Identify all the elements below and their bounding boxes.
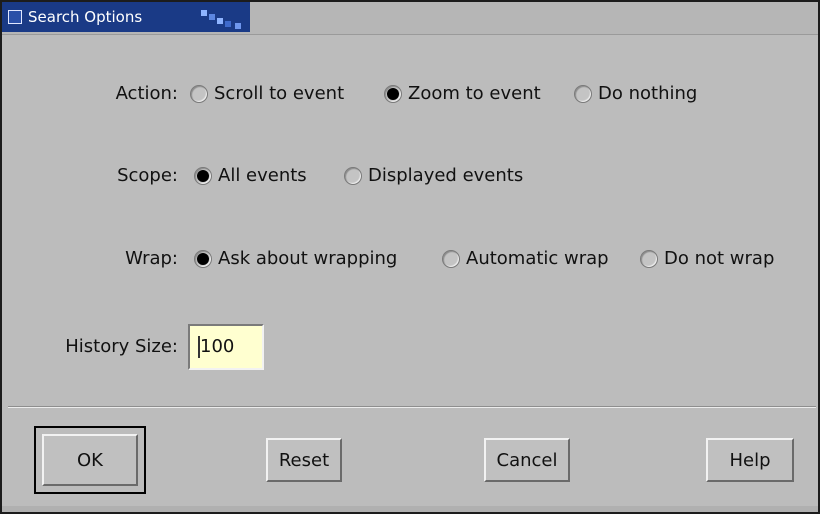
ok-button[interactable]: OK bbox=[42, 434, 138, 486]
history-size-input[interactable]: 100 bbox=[188, 324, 264, 370]
radio-label: Do not wrap bbox=[664, 248, 775, 269]
radio-button-icon[interactable] bbox=[344, 166, 362, 185]
window-menu-icon[interactable] bbox=[8, 10, 22, 24]
radio-automatic-wrap[interactable]: Automatic wrap bbox=[442, 248, 609, 269]
radio-label: Displayed events bbox=[368, 165, 524, 186]
radio-button-icon[interactable] bbox=[640, 249, 658, 268]
title-bar[interactable]: Search Options bbox=[2, 2, 818, 35]
radio-label: Do nothing bbox=[598, 83, 698, 104]
radio-do-not-wrap[interactable]: Do not wrap bbox=[640, 248, 774, 269]
radio-ask-about-wrapping[interactable]: Ask about wrapping bbox=[194, 248, 397, 269]
radio-scroll-to-event[interactable]: Scroll to event bbox=[190, 83, 344, 104]
wrap-label: Wrap: bbox=[125, 248, 178, 269]
title-tab: Search Options bbox=[2, 2, 250, 32]
radio-button-icon[interactable] bbox=[190, 84, 208, 103]
radio-button-icon[interactable] bbox=[574, 84, 592, 103]
text-cursor-icon bbox=[198, 336, 200, 358]
scope-label: Scope: bbox=[117, 165, 178, 186]
action-label: Action: bbox=[115, 83, 178, 104]
radio-zoom-to-event[interactable]: Zoom to event bbox=[384, 83, 541, 104]
radio-label: All events bbox=[218, 165, 307, 186]
help-button[interactable]: Help bbox=[706, 438, 794, 482]
bottom-border bbox=[2, 506, 818, 512]
radio-button-selected-icon[interactable] bbox=[194, 249, 212, 268]
radio-label: Zoom to event bbox=[408, 83, 541, 104]
radio-all-events[interactable]: All events bbox=[194, 165, 307, 186]
cancel-button[interactable]: Cancel bbox=[484, 438, 570, 482]
reset-button[interactable]: Reset bbox=[266, 438, 342, 482]
separator bbox=[8, 406, 816, 408]
history-size-label: History Size: bbox=[65, 336, 178, 357]
radio-label: Scroll to event bbox=[214, 83, 345, 104]
radio-label: Ask about wrapping bbox=[218, 248, 398, 269]
radio-displayed-events[interactable]: Displayed events bbox=[344, 165, 523, 186]
radio-do-nothing[interactable]: Do nothing bbox=[574, 83, 697, 104]
history-size-value: 100 bbox=[200, 336, 235, 357]
radio-button-selected-icon[interactable] bbox=[384, 84, 402, 103]
radio-label: Automatic wrap bbox=[466, 248, 609, 269]
radio-button-icon[interactable] bbox=[442, 249, 460, 268]
title-decoration-icon bbox=[197, 6, 249, 30]
window-title: Search Options bbox=[28, 8, 143, 26]
search-options-dialog: Search Options Action: Scroll to event Z… bbox=[0, 0, 820, 514]
radio-button-selected-icon[interactable] bbox=[194, 166, 212, 185]
